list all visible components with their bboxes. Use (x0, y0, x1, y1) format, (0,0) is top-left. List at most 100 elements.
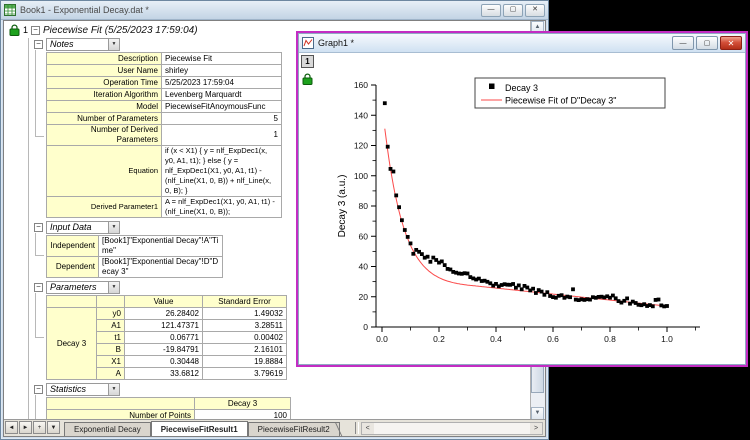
graph-client-area: 1 0.00.20.40.60.81.002040608010012014016… (299, 53, 745, 364)
sheet-tab-piecewisefitresult1[interactable]: PiecewiseFitResult1 (151, 421, 248, 436)
close-button[interactable]: ✕ (720, 36, 742, 50)
minimize-button[interactable]: — (481, 4, 501, 17)
collapse-icon[interactable]: − (34, 385, 43, 394)
column-header (97, 296, 125, 308)
data-point[interactable] (665, 304, 669, 308)
layer-1-button[interactable]: 1 (301, 55, 314, 68)
data-point[interactable] (400, 218, 404, 222)
tab-scroll-right-icon[interactable]: ► (19, 421, 32, 434)
graph-icon (302, 37, 314, 49)
data-point[interactable] (397, 205, 401, 209)
report-cell-value: if (x < X1) { y = nlf_ExpDec1(x, y0, A1,… (162, 146, 282, 197)
section-title-combo: Notes▼ (46, 38, 120, 51)
data-point[interactable] (531, 287, 535, 291)
report-cell-label: Model (47, 101, 162, 113)
collapse-icon[interactable]: − (34, 283, 43, 292)
table-row: Dependent[Book1]"Exponential Decay"!D"De… (47, 257, 223, 278)
legend[interactable]: Decay 3Piecewise Fit of D"Decay 3" (475, 78, 665, 108)
param-value-cell: 0.06771 (125, 332, 203, 344)
data-point[interactable] (383, 101, 387, 105)
x-tick-label: 0.2 (433, 334, 445, 344)
column-header: Standard Error (203, 296, 287, 308)
collapse-icon[interactable]: − (34, 40, 43, 49)
sheet-list-icon[interactable]: ▼ (47, 421, 60, 434)
y-axis-label: Decay 3 (a.u.) (337, 175, 348, 238)
close-button[interactable]: ✕ (525, 4, 545, 17)
book-titlebar[interactable]: Book1 - Exponential Decay.dat * — ▢ ✕ (1, 1, 548, 20)
lock-icon[interactable] (302, 72, 313, 90)
chevron-down-icon[interactable]: ▼ (108, 222, 119, 233)
param-name-cell: X1 (97, 356, 125, 368)
data-point[interactable] (440, 260, 444, 264)
series-group-cell: Decay 3 (47, 308, 97, 380)
hscroll-left-icon[interactable]: < (362, 423, 374, 434)
data-point[interactable] (517, 284, 521, 288)
param-value-cell: 33.6812 (125, 368, 203, 380)
hscroll-track[interactable] (374, 423, 530, 434)
data-point[interactable] (429, 260, 433, 264)
data-point[interactable] (657, 298, 661, 302)
chevron-down-icon[interactable]: ▼ (108, 384, 119, 395)
param-name-cell: y0 (97, 308, 125, 320)
chevron-down-icon[interactable]: ▼ (108, 39, 119, 50)
graph-window-title: Graph1 * (318, 38, 670, 48)
maximize-button[interactable]: ▢ (503, 4, 523, 17)
param-name-cell: B (97, 344, 125, 356)
data-point[interactable] (406, 235, 410, 239)
param-name-cell: t1 (97, 332, 125, 344)
collapse-icon[interactable]: − (34, 223, 43, 232)
data-point[interactable] (386, 145, 390, 149)
y-tick-label: 120 (354, 141, 368, 151)
data-point[interactable] (426, 255, 430, 259)
tab-nav-buttons: ◄►+▼ (4, 420, 60, 436)
x-tick-label: 1.0 (661, 334, 673, 344)
table-row: DescriptionPiecewise Fit (47, 53, 282, 65)
report-cell-value: [Book1]"Exponential Decay"!D"Decay 3" (99, 257, 223, 278)
hscroll-right-icon[interactable]: > (530, 423, 542, 434)
sheet-tab-bar: ◄►+▼ Exponential DecayPiecewiseFitResult… (4, 419, 545, 436)
input-data-table: Independent[Book1]"Exponential Decay"!A"… (46, 235, 223, 278)
data-point[interactable] (651, 304, 655, 308)
data-point[interactable] (420, 252, 424, 256)
data-point[interactable] (520, 287, 524, 291)
param-error-cell: 3.79619 (203, 368, 287, 380)
data-point[interactable] (392, 170, 396, 174)
report-cell-label: User Name (47, 65, 162, 77)
report-cell-value: 5 (162, 113, 282, 125)
x-tick-label: 0.4 (490, 334, 502, 344)
sheet-tab-piecewisefitresult2[interactable]: PiecewiseFitResult2 (248, 422, 340, 436)
tab-splitter[interactable] (355, 422, 359, 434)
data-point[interactable] (394, 194, 398, 198)
graph-titlebar[interactable]: Graph1 * — ▢ ✕ (299, 34, 745, 53)
data-point[interactable] (625, 297, 629, 301)
param-name-cell: A1 (97, 320, 125, 332)
lock-icon[interactable] (9, 24, 20, 36)
data-point[interactable] (545, 290, 549, 294)
report-cell-value: shirley (162, 65, 282, 77)
plot-area[interactable]: 0.00.20.40.60.81.0020406080100120140160D… (299, 53, 745, 364)
collapse-root-icon[interactable]: − (31, 26, 40, 35)
add-sheet-icon[interactable]: + (33, 421, 46, 434)
data-point[interactable] (466, 272, 470, 276)
data-point[interactable] (443, 263, 447, 267)
data-point[interactable] (409, 242, 413, 246)
sheet-tab-exponential-decay[interactable]: Exponential Decay (64, 422, 151, 436)
report-cell-value: PiecewiseFitAnoymousFunc (162, 101, 282, 113)
tab-scroll-left-icon[interactable]: ◄ (5, 421, 18, 434)
fit-curve[interactable] (385, 129, 667, 306)
sheet-tabs: Exponential DecayPiecewiseFitResult1Piec… (64, 420, 340, 436)
data-point[interactable] (568, 295, 572, 299)
y-tick-label: 100 (354, 171, 368, 181)
legend-marker-square (489, 84, 495, 90)
chevron-down-icon[interactable]: ▼ (108, 282, 119, 293)
data-point[interactable] (571, 287, 575, 291)
report-cell-label: Dependent (47, 257, 99, 278)
data-point[interactable] (403, 228, 407, 232)
section-title-combo: Input Data▼ (46, 221, 120, 234)
maximize-button[interactable]: ▢ (696, 36, 718, 50)
horizontal-scrollbar[interactable]: < > (361, 422, 543, 435)
minimize-button[interactable]: — (672, 36, 694, 50)
data-point[interactable] (511, 282, 515, 286)
data-point[interactable] (411, 252, 415, 256)
y-tick-label: 0 (363, 322, 368, 332)
